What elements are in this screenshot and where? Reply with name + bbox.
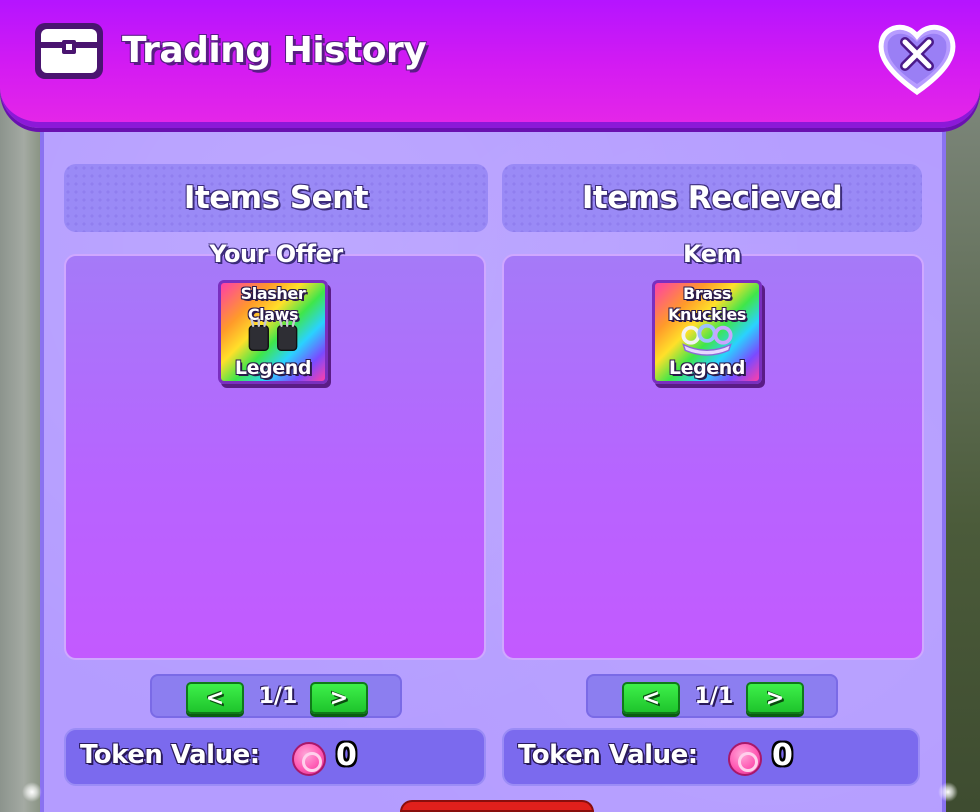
item-card-slasher-claws[interactable]: Slasher Claws Legend — [218, 280, 328, 384]
items-sent-header: Items Sent — [64, 164, 488, 232]
brass-knuckles-icon — [681, 323, 733, 356]
window-header: Trading History — [0, 0, 980, 128]
received-next-button[interactable]: > — [746, 682, 804, 714]
sent-page-count: 1/1 — [258, 684, 298, 709]
received-owner-label: Kem — [683, 240, 741, 268]
token-coin-icon — [728, 742, 762, 776]
bottom-red-tab[interactable] — [400, 800, 594, 812]
sent-token-bar: Token Value: 0 — [64, 728, 486, 786]
close-button[interactable] — [876, 18, 958, 98]
sparkle-decoration — [938, 782, 958, 802]
items-sent-box: Slasher Claws Legend — [64, 254, 486, 660]
items-received-box: Brass Knuckles Legend — [502, 254, 924, 660]
received-page-count: 1/1 — [694, 684, 734, 709]
claws-icon — [248, 319, 298, 352]
received-token-bar: Token Value: 0 — [502, 728, 920, 786]
received-token-label: Token Value: — [518, 740, 698, 770]
window-title: Trading History — [122, 30, 427, 71]
chest-icon — [35, 23, 103, 79]
sent-token-value: 0 — [336, 738, 357, 773]
sent-prev-button[interactable]: < — [186, 682, 244, 714]
item-rarity: Legend — [668, 357, 746, 379]
sent-pager: < 1/1 > — [150, 674, 402, 718]
token-coin-icon — [292, 742, 326, 776]
received-pager: < 1/1 > — [586, 674, 838, 718]
items-received-header: Items Recieved — [502, 164, 922, 232]
items-sent-heading: Items Sent — [183, 180, 369, 216]
item-card-brass-knuckles[interactable]: Brass Knuckles Legend — [652, 280, 762, 384]
sparkle-decoration — [22, 782, 42, 802]
sent-token-label: Token Value: — [80, 740, 260, 770]
received-token-value: 0 — [772, 738, 793, 773]
item-rarity: Legend — [234, 357, 312, 379]
sent-owner-label: Your Offer — [209, 240, 343, 268]
items-received-heading: Items Recieved — [581, 180, 843, 216]
received-prev-button[interactable]: < — [622, 682, 680, 714]
sent-next-button[interactable]: > — [310, 682, 368, 714]
